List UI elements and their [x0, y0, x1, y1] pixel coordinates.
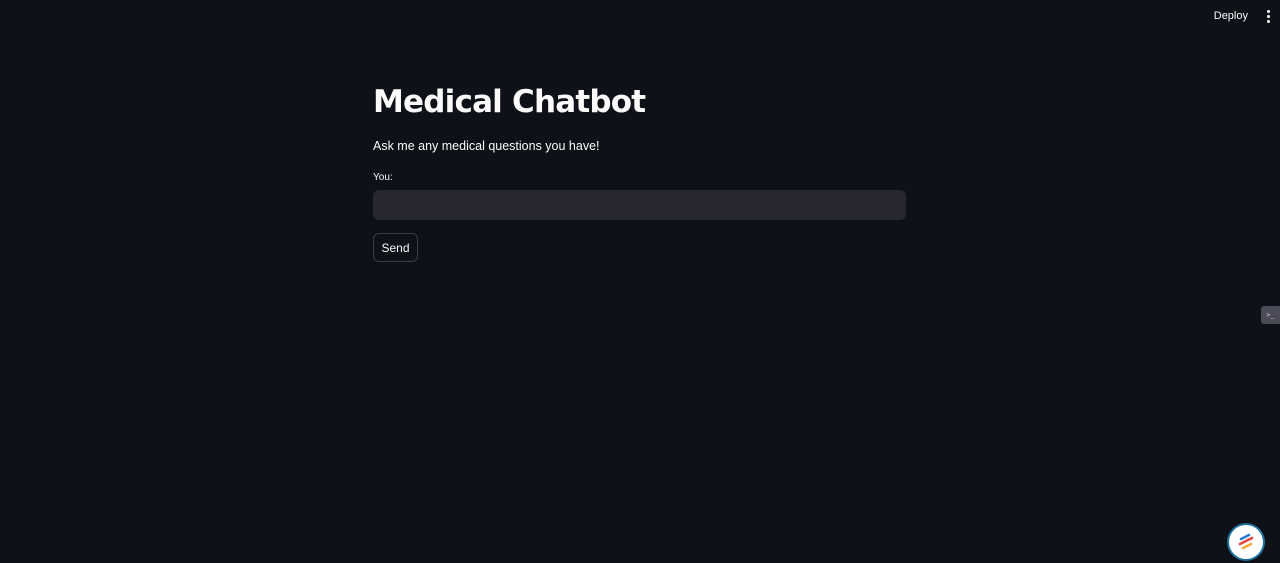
terminal-icon[interactable]: >_: [1261, 306, 1280, 324]
top-toolbar: Deploy: [1206, 0, 1280, 32]
send-button[interactable]: Send: [373, 233, 418, 262]
page-subtitle: Ask me any medical questions you have!: [373, 139, 600, 153]
page-title: Medical Chatbot: [373, 84, 646, 120]
message-input[interactable]: [373, 190, 906, 220]
deploy-button[interactable]: Deploy: [1206, 6, 1256, 26]
app-root: Deploy Medical Chatbot Ask me any medica…: [0, 0, 1280, 563]
you-input-label: You:: [373, 172, 393, 183]
more-vertical-icon[interactable]: [1260, 6, 1276, 26]
app-logo-icon[interactable]: [1229, 525, 1263, 559]
